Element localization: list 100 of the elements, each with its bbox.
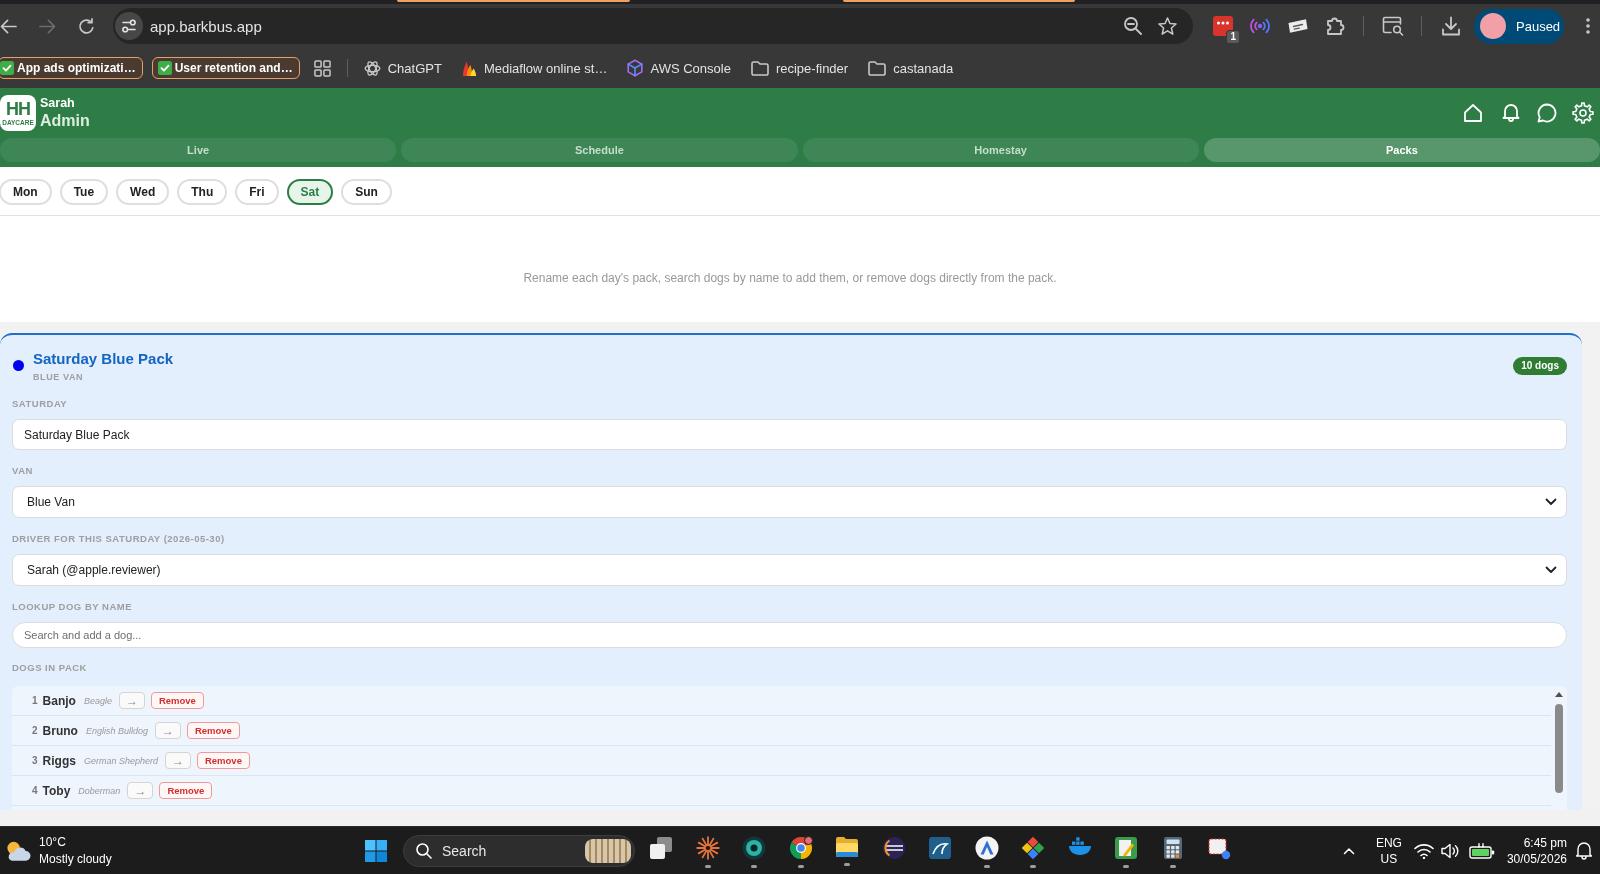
zoom-out-icon[interactable]	[1124, 17, 1142, 35]
running-indicator	[1030, 865, 1036, 868]
dog-name: Toby	[42, 783, 71, 798]
move-button[interactable]: →	[154, 722, 181, 739]
speaker-icon[interactable]	[1439, 842, 1460, 859]
radio-waves-icon[interactable]	[1249, 17, 1271, 35]
running-indicator	[844, 863, 850, 866]
start-icon[interactable]	[365, 839, 387, 862]
running-indicator	[1169, 865, 1176, 868]
bookmark-link[interactable]: ChatGPT	[363, 59, 442, 77]
overlapping-squares-icon	[649, 836, 673, 860]
field-label: DRIVER FOR THIS SATURDAY (2026-05-30)	[12, 533, 225, 545]
move-button[interactable]: →	[164, 752, 191, 769]
move-button[interactable]: →	[118, 692, 145, 709]
diamond-icon	[1021, 836, 1045, 860]
logo-initials: HH	[6, 99, 30, 119]
atom-icon	[363, 59, 381, 77]
starburst-icon	[695, 836, 720, 860]
running-indicator	[1123, 865, 1129, 868]
running-indicator	[983, 865, 990, 868]
row-number: 3	[32, 755, 38, 766]
back-icon[interactable]	[0, 18, 17, 34]
tab-group-chip[interactable]: User retention and…	[151, 57, 300, 79]
tick-icon	[157, 61, 172, 75]
row-number: 1	[32, 695, 38, 706]
day-button[interactable]: Tue	[59, 178, 109, 205]
chevron-up-icon[interactable]	[1342, 846, 1355, 855]
scroll-up-icon[interactable]	[1555, 692, 1563, 697]
chevron-down-icon	[1545, 566, 1557, 574]
language-button[interactable]: ENG US	[1375, 834, 1402, 867]
tab-group-chip[interactable]: App ads optimizati…	[0, 57, 143, 79]
nav-tab[interactable]: Packs	[1203, 138, 1600, 162]
search-field[interactable]: Search	[403, 834, 635, 867]
bookmark-link[interactable]: castanada	[868, 60, 954, 76]
day-button[interactable]: Wed	[116, 178, 170, 205]
cube-icon	[627, 59, 644, 77]
settings-icon[interactable]	[1572, 102, 1594, 124]
battery-icon[interactable]	[1468, 842, 1495, 859]
remove-button[interactable]: Remove	[150, 692, 204, 709]
dog-count-badge: 10 dogs	[1513, 357, 1567, 375]
day-button[interactable]: Thu	[177, 178, 228, 205]
cloud-sun-icon	[4, 839, 31, 862]
search-input[interactable]: Search and add a dog...	[12, 622, 1567, 648]
bookmark-link[interactable]: recipe-finder	[750, 60, 849, 76]
apps-grid-icon[interactable]	[313, 59, 331, 77]
dog-breed: Doberman	[78, 785, 121, 796]
remove-button[interactable]: Remove	[196, 752, 250, 769]
scrollbar-thumb[interactable]	[1555, 704, 1563, 793]
user-name: Sarah	[40, 96, 75, 111]
day-button[interactable]: Mon	[0, 178, 52, 205]
folder-icon	[868, 60, 887, 76]
orb-icon	[742, 836, 766, 860]
dog-name: Bruno	[42, 723, 78, 738]
select-field[interactable]: Blue Van	[12, 486, 1567, 518]
text-input[interactable]: Saturday Blue Pack	[12, 419, 1567, 450]
dog-name: Riggs	[42, 753, 76, 768]
profile-button[interactable]: Paused	[1474, 8, 1564, 44]
notepad-icon	[1114, 836, 1138, 860]
running-indicator	[751, 865, 757, 868]
select-field[interactable]: Sarah (@apple.reviewer)	[12, 554, 1567, 586]
instructions-text: Rename each day's pack, search dogs by name to add them, or remove dogs directly from the pack.	[523, 270, 1057, 286]
window-search-icon[interactable]	[1382, 16, 1404, 36]
dog-name: Banjo	[42, 693, 76, 708]
star-icon[interactable]	[1158, 17, 1177, 35]
chevron-down-icon	[1545, 498, 1557, 506]
color-wheel-icon	[788, 836, 813, 860]
wifi-icon[interactable]	[1413, 842, 1434, 859]
remove-button[interactable]: Remove	[159, 782, 213, 799]
bell-icon[interactable]	[1575, 841, 1593, 860]
user-role: Admin	[40, 111, 90, 130]
home-icon[interactable]	[1463, 103, 1483, 123]
day-button[interactable]: Sun	[341, 178, 392, 205]
dotted-tile-icon[interactable]	[1213, 16, 1233, 36]
flame-icon	[461, 59, 477, 77]
dog-breed: German Shepherd	[83, 755, 158, 766]
folder-icon	[750, 60, 769, 76]
bookmark-link[interactable]: AWS Console	[627, 59, 731, 77]
field-label: VAN	[12, 465, 33, 477]
dog-breed: Beagle	[83, 695, 112, 706]
puzzle-icon[interactable]	[1325, 16, 1345, 36]
picture-placeholder	[585, 838, 631, 863]
move-button[interactable]: →	[127, 782, 154, 799]
download-icon[interactable]	[1441, 16, 1461, 36]
remove-button[interactable]: Remove	[186, 722, 240, 739]
boat-icon	[1067, 836, 1092, 856]
bookmark-link[interactable]: Mediaflow online st…	[461, 59, 608, 77]
clock-button[interactable]: 6:45 pm 30/05/2026	[1506, 834, 1571, 867]
sliders-icon[interactable]	[115, 12, 143, 40]
chat-bubble-icon[interactable]	[1537, 103, 1557, 123]
running-indicator	[797, 865, 804, 868]
more-menu-icon[interactable]	[1586, 18, 1590, 34]
striped-circle-icon	[881, 836, 906, 860]
tilted-card-icon[interactable]	[1287, 18, 1309, 34]
dog-breed: English Bulldog	[85, 725, 148, 736]
address-field[interactable]: app.barkbus.app	[113, 8, 1193, 44]
reload-icon[interactable]	[77, 17, 95, 35]
day-button[interactable]: Sat	[286, 178, 334, 205]
day-button[interactable]: Fri	[235, 178, 279, 205]
weather-widget[interactable]: 10°C Mostly cloudy	[4, 833, 112, 868]
circle-emblem-icon	[974, 836, 999, 860]
